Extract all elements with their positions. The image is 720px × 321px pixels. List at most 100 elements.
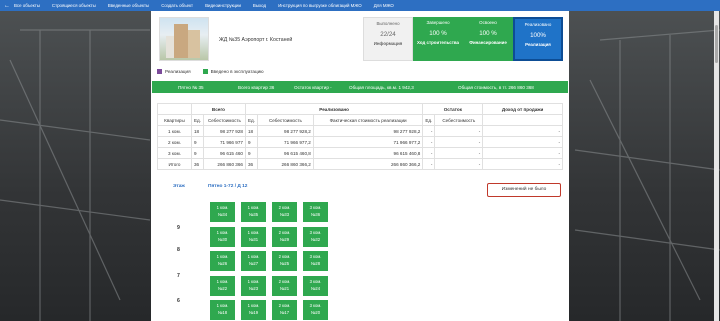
apartment-type: 1 ком. <box>216 303 229 308</box>
nav-completed[interactable]: Введенные объекты <box>108 3 149 8</box>
apartment-type: 1 ком. <box>216 229 229 235</box>
apartment-cell[interactable]: 1 ком. №22 <box>209 274 236 297</box>
apartment-number: №24 <box>310 285 321 291</box>
summary-entrance: Пятно № 35 <box>178 84 204 90</box>
entrance-header[interactable]: Пятно 1-72 / Д 12 <box>208 184 247 189</box>
floor-column-header: Этаж <box>173 184 185 189</box>
col-header: Себестоимость <box>202 114 246 126</box>
apartment-cell[interactable]: 1 ком. №26 <box>209 250 236 272</box>
summary-bar: Пятно № 35 Всего квартир 36 Остаток квар… <box>152 81 568 93</box>
apartment-number: №31 <box>248 236 259 242</box>
apartment-cell[interactable]: 1 ком. №18 <box>209 299 236 321</box>
apartment-type: 2 ком. <box>278 229 291 235</box>
col-header: Квартиры <box>157 114 192 126</box>
apartment-cell[interactable]: 2 ком. №25 <box>271 250 298 272</box>
top-navigation: ← Все объекты Строящиеся объекты Введенн… <box>0 0 720 11</box>
stat-sales[interactable]: Реализовано 100% Реализация <box>513 17 563 61</box>
apartment-type: 1 ком. <box>247 303 260 308</box>
apartment-cell[interactable]: 1 ком. №35 <box>240 201 267 223</box>
apartment-cell[interactable]: 1 ком. №34 <box>209 201 236 223</box>
apartment-type: 1 ком. <box>216 205 229 210</box>
project-title: ЖД №35 Аэропорт г. Костаней <box>219 37 293 43</box>
apartment-type: 3 ком. <box>309 205 322 210</box>
object-header: ЖД №35 Аэропорт г. Костаней Выполнено 22… <box>157 17 565 63</box>
legend-swatch-commissioned <box>202 69 208 74</box>
building-thumbnail[interactable] <box>159 17 209 61</box>
apartment-type: 3 ком. <box>309 229 322 235</box>
nav-logout[interactable]: Выход <box>253 3 266 8</box>
apartment-cell[interactable]: 3 ком. №28 <box>302 250 329 272</box>
floor-label-7: 7 <box>177 273 180 279</box>
group-header-income: Доход от продажи <box>482 103 563 115</box>
nav-bond-instructions[interactable]: Инструкция по выгрузке облигаций МЖО <box>278 3 362 8</box>
summary-total-apts: Всего квартир 36 <box>238 84 275 90</box>
table-col-header-row: Квартиры Ед. Себестоимость Ед. Себестоим… <box>157 114 563 126</box>
summary-remaining: Остаток квартир - <box>294 84 332 90</box>
apartment-number: №23 <box>248 285 259 291</box>
apartment-type: 2 ком. <box>278 303 291 308</box>
group-header-sold: Реализовано <box>244 103 424 115</box>
stat-financing[interactable]: Освоено 100 % Финансирование <box>463 17 513 61</box>
apartment-cell[interactable]: 2 ком. №17 <box>271 299 298 321</box>
table-row-total: Итого 36 266 860 366 36 266 860 366,2 26… <box>157 158 563 170</box>
apartment-number: №28 <box>310 261 321 267</box>
col-header: Ед. <box>190 114 204 126</box>
stat-information[interactable]: Выполнено 22/24 Информация <box>363 17 413 61</box>
legend-swatch-sales <box>157 69 162 74</box>
apartment-number: №36 <box>310 212 321 218</box>
apartment-type: 1 ком. <box>247 278 260 284</box>
apartment-cell[interactable]: 1 ком. №30 <box>209 225 236 248</box>
nav-all-objects[interactable]: Все объекты <box>14 3 40 8</box>
sales-table: Всего Реализовано Остаток Доход от прода… <box>157 103 563 170</box>
stat-construction[interactable]: Завершено 100 % Ход строительства <box>413 17 463 61</box>
apartment-type: 3 ком. <box>309 303 322 308</box>
apartment-cell[interactable]: 3 ком. №24 <box>302 274 329 297</box>
apartment-number: №21 <box>279 285 290 291</box>
apartment-cell[interactable]: 1 ком. №23 <box>240 274 267 297</box>
apartment-cell[interactable]: 3 ком. №32 <box>302 225 329 248</box>
apartment-number: №27 <box>248 261 259 267</box>
apartment-type: 1 ком. <box>216 254 229 259</box>
apartment-type: 2 ком. <box>278 254 291 259</box>
nav-video-instructions[interactable]: Видеоинструкции <box>205 3 241 8</box>
nav-for-mzho[interactable]: Для МЖО <box>374 3 394 8</box>
no-changes-button[interactable]: Изменений не было <box>487 183 561 197</box>
apartment-number: №29 <box>279 236 290 242</box>
apartment-number: №34 <box>217 212 228 218</box>
col-header: Ед. <box>422 114 436 126</box>
apartment-cell[interactable]: 2 ком. №29 <box>271 225 298 248</box>
apartment-type: 1 ком. <box>247 205 260 210</box>
group-header-total: Всего <box>190 103 246 115</box>
apartment-cell[interactable]: 3 ком. №36 <box>302 201 329 223</box>
col-header: Себестоимость <box>256 114 314 126</box>
apartment-type: 2 ком. <box>278 278 291 284</box>
apartment-number: №19 <box>248 310 259 316</box>
apartment-cell[interactable]: 1 ком. №31 <box>240 225 267 248</box>
apartment-type: 1 ком. <box>247 229 260 235</box>
floor-label-8: 8 <box>177 247 180 253</box>
scrollbar-thumb[interactable] <box>715 25 718 63</box>
apartment-cell[interactable]: 1 ком. №27 <box>240 250 267 272</box>
legend-commissioned: Введено в эксплуатацию <box>210 69 264 74</box>
apartment-cell[interactable]: 2 ком. №33 <box>271 201 298 223</box>
nav-create-object[interactable]: Создать объект <box>161 3 193 8</box>
apartment-cell[interactable]: 2 ком. №21 <box>271 274 298 297</box>
col-header: Фактическая стоимость реализации <box>312 114 424 126</box>
page-scrollbar[interactable] <box>714 11 719 321</box>
back-arrow-icon[interactable]: ← <box>0 3 14 9</box>
apartment-number: №33 <box>279 212 290 218</box>
floor-label-9: 9 <box>177 225 180 231</box>
apartment-number: №32 <box>310 236 321 242</box>
apartment-cell[interactable]: 3 ком. №20 <box>302 299 329 321</box>
apartment-number: №25 <box>279 261 290 267</box>
apartment-cell[interactable]: 1 ком. №19 <box>240 299 267 321</box>
group-header-remaining: Остаток <box>422 103 484 115</box>
nav-under-construction[interactable]: Строящиеся объекты <box>52 3 96 8</box>
summary-cost: Общая стоимость, в тг. 266 860 368 <box>458 84 534 90</box>
apartment-number: №18 <box>217 310 228 316</box>
apartment-number: №17 <box>279 310 290 316</box>
apartment-type: 2 ком. <box>278 205 291 210</box>
apartment-type: 1 ком. <box>216 278 229 284</box>
col-header: Себестоимость <box>434 114 484 126</box>
col-header: Ед. <box>244 114 258 126</box>
